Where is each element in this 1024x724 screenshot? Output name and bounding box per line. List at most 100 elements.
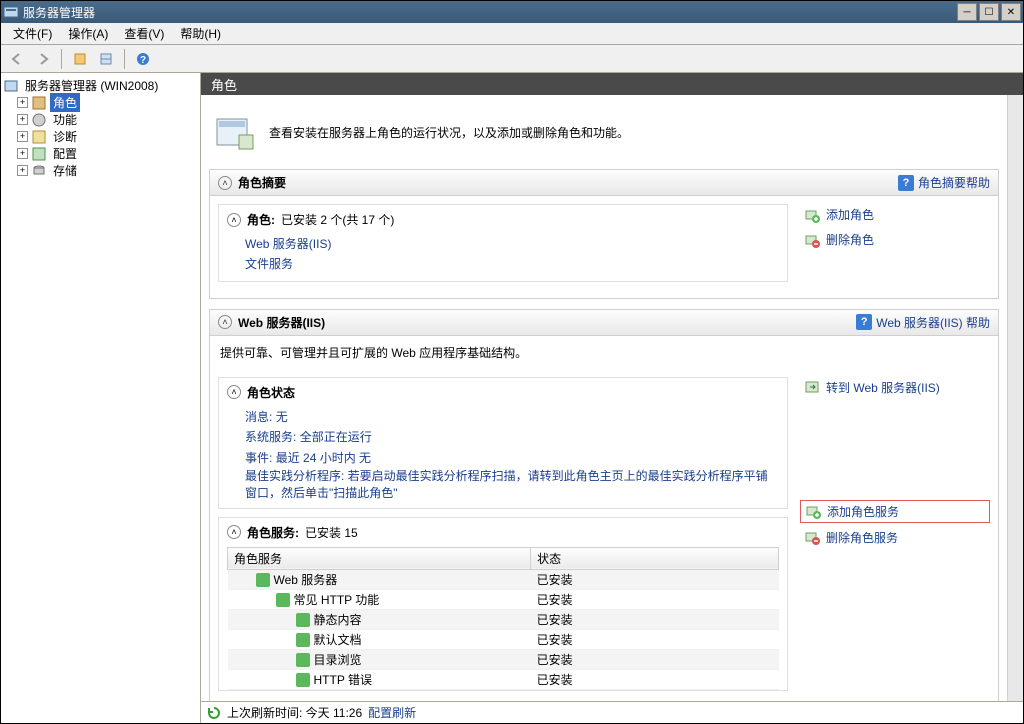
expand-icon[interactable]: + [17,97,28,108]
status-bar: 上次刷新时间: 今天 11:26 配置刷新 [201,701,1023,723]
table-row[interactable]: 静态内容已安装 [228,609,779,629]
menu-bar: 文件(F) 操作(A) 查看(V) 帮助(H) [1,23,1023,45]
tree-features[interactable]: + 功能 [3,111,198,128]
expand-icon[interactable]: + [17,165,28,176]
chevron-up-icon: ˄ [218,176,232,190]
chevron-up-icon: ˄ [218,315,232,329]
roles-count: 已安装 2 个(共 17 个) [281,211,394,228]
intro-text: 查看安装在服务器上角色的运行状况，以及添加或删除角色和功能。 [269,124,629,141]
expand-icon[interactable]: + [17,148,28,159]
maximize-button[interactable]: ☐ [979,3,999,21]
config-refresh-link[interactable]: 配置刷新 [368,704,416,721]
tree-roles[interactable]: + 角色 [3,94,198,111]
roles-large-icon [213,111,255,153]
roles-installed-subsection: ˄ 角色: 已安装 2 个(共 17 个) Web 服务器(IIS) 文件服务 [218,204,788,282]
tree-configuration[interactable]: + 配置 [3,145,198,162]
table-row[interactable]: HTTP 错误已安装 [228,669,779,689]
config-icon [31,146,47,162]
chevron-up-icon: ˄ [227,213,241,227]
menu-file[interactable]: 文件(F) [5,23,60,44]
iis-section: ˄ Web 服务器(IIS) ? Web 服务器(IIS) 帮助 提供可靠、可管… [209,309,999,701]
summary-help-link[interactable]: ? 角色摘要帮助 [898,174,990,191]
forward-button[interactable] [31,47,55,71]
content-pane: 角色 查看安装在服务器上角色的运行状况，以及添加或删除角色和功能。 ˄ 角色摘要 [201,73,1023,723]
close-button[interactable]: ✕ [1001,3,1021,21]
features-icon [31,112,47,128]
toolbar-separator [61,49,62,69]
remove-icon [804,529,820,545]
services-link[interactable]: 系统服务: 全部正在运行 [245,430,372,444]
help-icon: ? [856,314,872,330]
role-services-subsection: ˄ 角色服务: 已安装 15 角色服务 状态 Web 服务器已安装常 [218,517,788,691]
app-icon [3,4,19,20]
table-row[interactable]: Web 服务器已安装 [228,569,779,589]
remove-icon [804,232,820,248]
svg-text:?: ? [140,55,146,66]
col-status[interactable]: 状态 [531,547,779,569]
add-icon [804,207,820,223]
messages-link[interactable]: 消息: 无 [245,410,288,424]
roles-icon [31,95,47,111]
services-count: 已安装 15 [305,524,358,541]
toolbar-separator-2 [124,49,125,69]
installed-icon [296,633,310,647]
expand-icon[interactable]: + [17,114,28,125]
col-name[interactable]: 角色服务 [228,547,531,569]
installed-role-link[interactable]: Web 服务器(IIS) [245,234,779,254]
expand-icon[interactable]: + [17,131,28,142]
intro: 查看安装在服务器上角色的运行状况，以及添加或删除角色和功能。 [209,103,999,169]
title-bar: 服务器管理器 ─ ☐ ✕ [1,1,1023,23]
help-icon: ? [898,175,914,191]
body: 服务器管理器 (WIN2008) + 角色 + 功能 + 诊断 + 配置 [1,73,1023,723]
goto-iis-link[interactable]: 转到 Web 服务器(IIS) [800,377,990,398]
goto-icon [804,379,820,395]
iis-title: Web 服务器(IIS) [238,314,850,331]
installed-icon [296,653,310,667]
installed-icon [296,673,310,687]
iis-description: 提供可靠、可管理并且可扩展的 Web 应用程序基础结构。 [210,336,998,369]
app-window: 服务器管理器 ─ ☐ ✕ 文件(F) 操作(A) 查看(V) 帮助(H) ? 服… [0,0,1024,724]
content-body: 查看安装在服务器上角色的运行状况，以及添加或删除角色和功能。 ˄ 角色摘要 ? … [201,95,1007,701]
roles-summary-section: ˄ 角色摘要 ? 角色摘要帮助 ˄ 角色: [209,169,999,299]
content-title: 角色 [211,75,237,94]
add-role-link[interactable]: 添加角色 [800,204,990,225]
window-buttons: ─ ☐ ✕ [955,3,1021,21]
table-row[interactable]: 目录浏览已安装 [228,649,779,669]
nav-tree[interactable]: 服务器管理器 (WIN2008) + 角色 + 功能 + 诊断 + 配置 [1,73,201,723]
menu-help[interactable]: 帮助(H) [172,23,229,44]
table-row[interactable]: 默认文档已安装 [228,629,779,649]
summary-title: 角色摘要 [238,174,892,191]
help-button[interactable]: ? [131,47,155,71]
section-header[interactable]: ˄ Web 服务器(IIS) ? Web 服务器(IIS) 帮助 [210,310,998,336]
menu-view[interactable]: 查看(V) [116,23,172,44]
add-role-service-link[interactable]: 添加角色服务 [800,500,990,523]
back-button[interactable] [5,47,29,71]
role-services-table: 角色服务 状态 Web 服务器已安装常见 HTTP 功能已安装静态内容已安装默认… [227,547,779,690]
table-row[interactable]: 常见 HTTP 功能已安装 [228,589,779,609]
minimize-button[interactable]: ─ [957,3,977,21]
iis-help-link[interactable]: ? Web 服务器(IIS) 帮助 [856,314,990,331]
refresh-button[interactable] [68,47,92,71]
remove-role-link[interactable]: 删除角色 [800,229,990,250]
title-text: 服务器管理器 [23,4,955,21]
diagnostics-icon [31,129,47,145]
bpa-link[interactable]: 最佳实践分析程序: 若要启动最佳实践分析程序扫描，请转到此角色主页上的最佳实践分… [245,468,779,502]
server-icon [3,78,19,94]
events-link[interactable]: 事件: 最近 24 小时内 无 [245,451,371,465]
remove-role-service-link[interactable]: 删除角色服务 [800,527,990,548]
add-icon [805,503,821,519]
menu-action[interactable]: 操作(A) [60,23,116,44]
tree-storage[interactable]: + 存储 [3,162,198,179]
chevron-up-icon: ˄ [227,385,241,399]
installed-icon [296,613,310,627]
refresh-icon [207,706,221,720]
vertical-scrollbar[interactable] [1007,95,1023,701]
last-refresh-text: 上次刷新时间: 今天 11:26 [227,704,362,721]
tree-root[interactable]: 服务器管理器 (WIN2008) [3,77,198,94]
properties-button[interactable] [94,47,118,71]
storage-icon [31,163,47,179]
roles-heading: 角色: [247,211,275,228]
tree-diagnostics[interactable]: + 诊断 [3,128,198,145]
installed-role-link[interactable]: 文件服务 [245,254,779,274]
section-header[interactable]: ˄ 角色摘要 ? 角色摘要帮助 [210,170,998,196]
